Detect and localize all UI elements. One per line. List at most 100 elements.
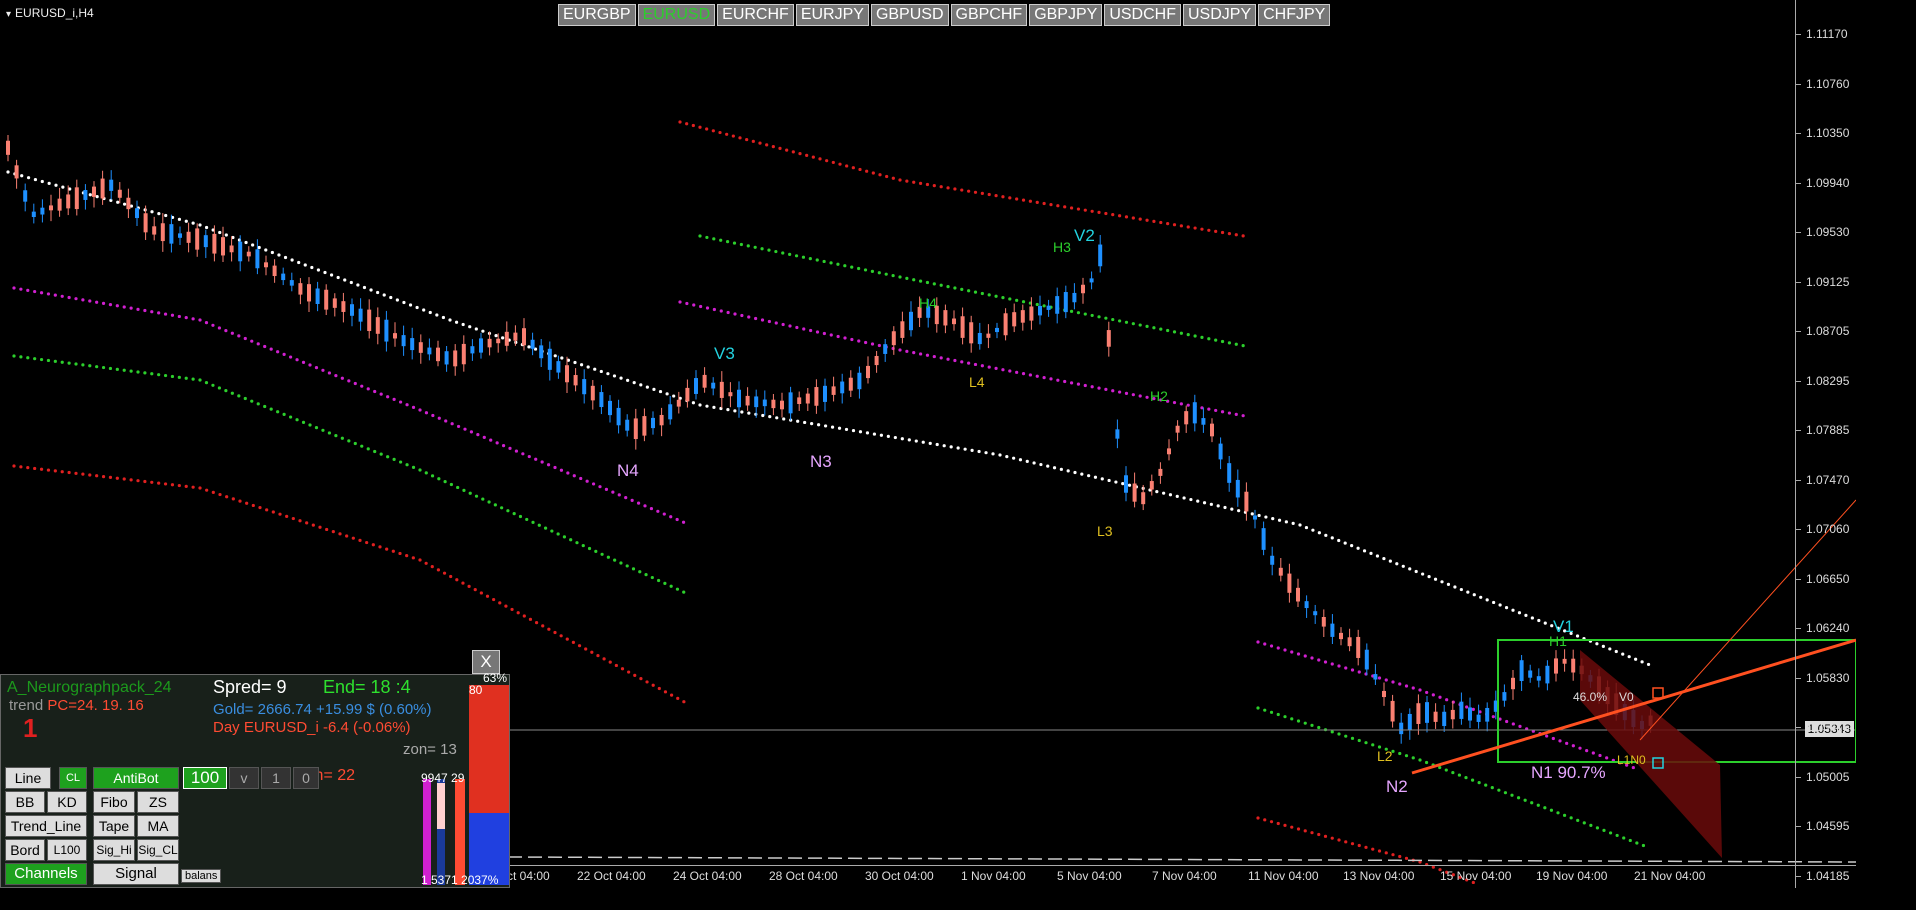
price-tick: 1.10760 <box>1795 76 1850 91</box>
zero-field[interactable]: 0 <box>293 767 319 789</box>
meter-values: 9947 29 <box>421 771 465 785</box>
tape-button[interactable]: Tape <box>93 815 135 837</box>
label-percent: 46.0% <box>1573 690 1608 704</box>
time-tick: 28 Oct 04:00 <box>769 869 838 883</box>
moving-average-line <box>6 170 1651 667</box>
signal-number: 1 <box>23 713 38 743</box>
antibot-button[interactable]: AntiBot <box>93 767 179 789</box>
time-tick: 5 Nov 04:00 <box>1057 869 1122 883</box>
meter-top-value: 80 <box>469 683 483 697</box>
indicator-panel: A_Neurographpack_24 trend PC=24. 19. 16 … <box>0 671 510 888</box>
sig-hi-button[interactable]: Sig_Hi <box>93 839 135 861</box>
one-field[interactable]: 1 <box>261 767 291 789</box>
symbol-button-gbpchf[interactable]: GBPCHF <box>950 4 1028 26</box>
label-h2: H2 <box>1150 388 1168 404</box>
v-field[interactable]: v <box>229 767 259 789</box>
time-tick: 1 Nov 04:00 <box>961 869 1026 883</box>
trend-label: trend <box>9 697 44 714</box>
meter-bar-magenta <box>423 779 431 885</box>
label-l3: L3 <box>1097 523 1113 539</box>
band-magenta-3 <box>1256 640 1635 770</box>
zone-value: zon= 13 <box>403 741 457 758</box>
symbol-button-usdchf[interactable]: USDCHF <box>1104 4 1181 26</box>
price-tick: 1.07470 <box>1795 472 1850 487</box>
price-tick: 1.04595 <box>1795 819 1850 833</box>
label-v0: V0 <box>1619 690 1634 704</box>
label-v2: V2 <box>1074 226 1095 245</box>
time-tick: 24 Oct 04:00 <box>673 869 742 883</box>
symbol-button-eurjpy[interactable]: EURJPY <box>795 4 869 26</box>
cl-button[interactable]: CL <box>59 767 87 789</box>
symbol-button-eurgbp[interactable]: EURGBP <box>558 4 636 26</box>
label-h1: H1 <box>1549 633 1567 649</box>
symbol-button-chfjpy[interactable]: CHFJPY <box>1258 4 1331 26</box>
price-tick: 1.08295 <box>1795 373 1850 388</box>
price-tick: 1.07885 <box>1795 423 1850 437</box>
meter-top-percent: 63% <box>483 671 508 685</box>
time-tick: 30 Oct 04:00 <box>865 869 934 883</box>
label-h3: H3 <box>1053 239 1071 255</box>
price-tick: 1.05830 <box>1795 670 1850 685</box>
symbol-button-gbpusd[interactable]: GBPUSD <box>870 4 949 26</box>
time-tick: 13 Nov 04:00 <box>1343 869 1415 883</box>
l100-button[interactable]: L100 <box>47 839 87 861</box>
lower-band-red-1 <box>12 464 686 704</box>
bb-button[interactable]: BB <box>5 791 45 813</box>
label-n3: N3 <box>810 452 832 471</box>
meter-bottom: 1 5371 2037% <box>421 873 499 887</box>
period-field[interactable]: 100 <box>183 767 227 789</box>
price-tick: 1.09940 <box>1795 175 1850 190</box>
symbol-button-eurchf[interactable]: EURCHF <box>717 4 794 26</box>
band-red-2 <box>678 120 1245 238</box>
candlesticks <box>6 135 1653 744</box>
label-l4: L4 <box>969 374 985 390</box>
spread-value: Spred= 9 <box>213 677 287 697</box>
symbol-button-eurusd[interactable]: EURUSD <box>637 4 716 26</box>
meter-bar-orange <box>455 779 465 885</box>
marker-box-orange <box>1652 687 1664 699</box>
channels-button[interactable]: Channels <box>5 863 87 885</box>
symbol-label: EURUSD_i,H4 <box>6 6 94 20</box>
price-tick: 1.10350 <box>1795 126 1850 140</box>
symbol-button-gbpjpy[interactable]: GBPJPY <box>1029 4 1103 26</box>
label-n2: N2 <box>1386 777 1408 796</box>
ma-button[interactable]: MA <box>137 815 179 837</box>
time-tick: 21 Nov 04:00 <box>1634 869 1706 883</box>
symbol-button-usdjpy[interactable]: USDJPY <box>1183 4 1257 26</box>
end-time: End= 18 :4 <box>323 677 411 697</box>
price-axis[interactable]: 1.05343 1.11170 1.10760 1.10350 1.09940 1.09… <box>1795 0 1856 888</box>
price-tick: 1.06650 <box>1795 571 1850 586</box>
price-tick: 1.09530 <box>1795 225 1850 239</box>
signal-button[interactable]: Signal <box>93 863 179 885</box>
label-l2: L2 <box>1377 748 1393 764</box>
time-tick: 11 Nov 04:00 <box>1248 869 1319 883</box>
panel-title: A_Neurographpack_24 <box>7 679 172 696</box>
bord-button[interactable]: Bord <box>5 839 45 861</box>
balans-button[interactable]: balans <box>181 869 222 883</box>
lower-band-magenta-1 <box>12 286 686 524</box>
fibo-button[interactable]: Fibo <box>93 791 135 813</box>
time-tick: 19 Nov 04:00 <box>1536 869 1608 883</box>
label-h4: H4 <box>919 295 937 311</box>
label-l1: L1N0 <box>1617 753 1646 767</box>
price-tick: 1.09125 <box>1795 274 1850 289</box>
time-tick: 15 Nov 04:00 <box>1440 869 1512 883</box>
gold-price: Gold= 2666.74 +15.99 $ (0.60%) <box>213 701 432 718</box>
line-button[interactable]: Line <box>5 767 51 789</box>
label-n1: N1 90.7% <box>1531 763 1606 782</box>
zs-button[interactable]: ZS <box>137 791 179 813</box>
price-tick: 1.05415 <box>1795 720 1850 734</box>
price-tick: 1.11170 <box>1796 27 1848 41</box>
label-n4: N4 <box>617 461 639 480</box>
trend-value: PC=24. 19. 16 <box>47 697 144 714</box>
symbol-selector-bar: EURGBP EURUSD EURCHF EURJPY GBPUSD GBPCHF GBPJ… <box>558 4 1331 26</box>
projection-channel <box>1580 650 1722 858</box>
price-tick: 1.05005 <box>1795 769 1850 784</box>
sig-cl-button[interactable]: Sig_CL <box>137 839 179 861</box>
label-v3: V3 <box>714 344 735 363</box>
kd-button[interactable]: KD <box>47 791 87 813</box>
trend-line-button[interactable]: Trend_Line <box>5 815 87 837</box>
meter-bar-pink <box>437 783 445 829</box>
support-dashed-line <box>507 856 1856 863</box>
time-tick: 7 Nov 04:00 <box>1152 869 1217 883</box>
